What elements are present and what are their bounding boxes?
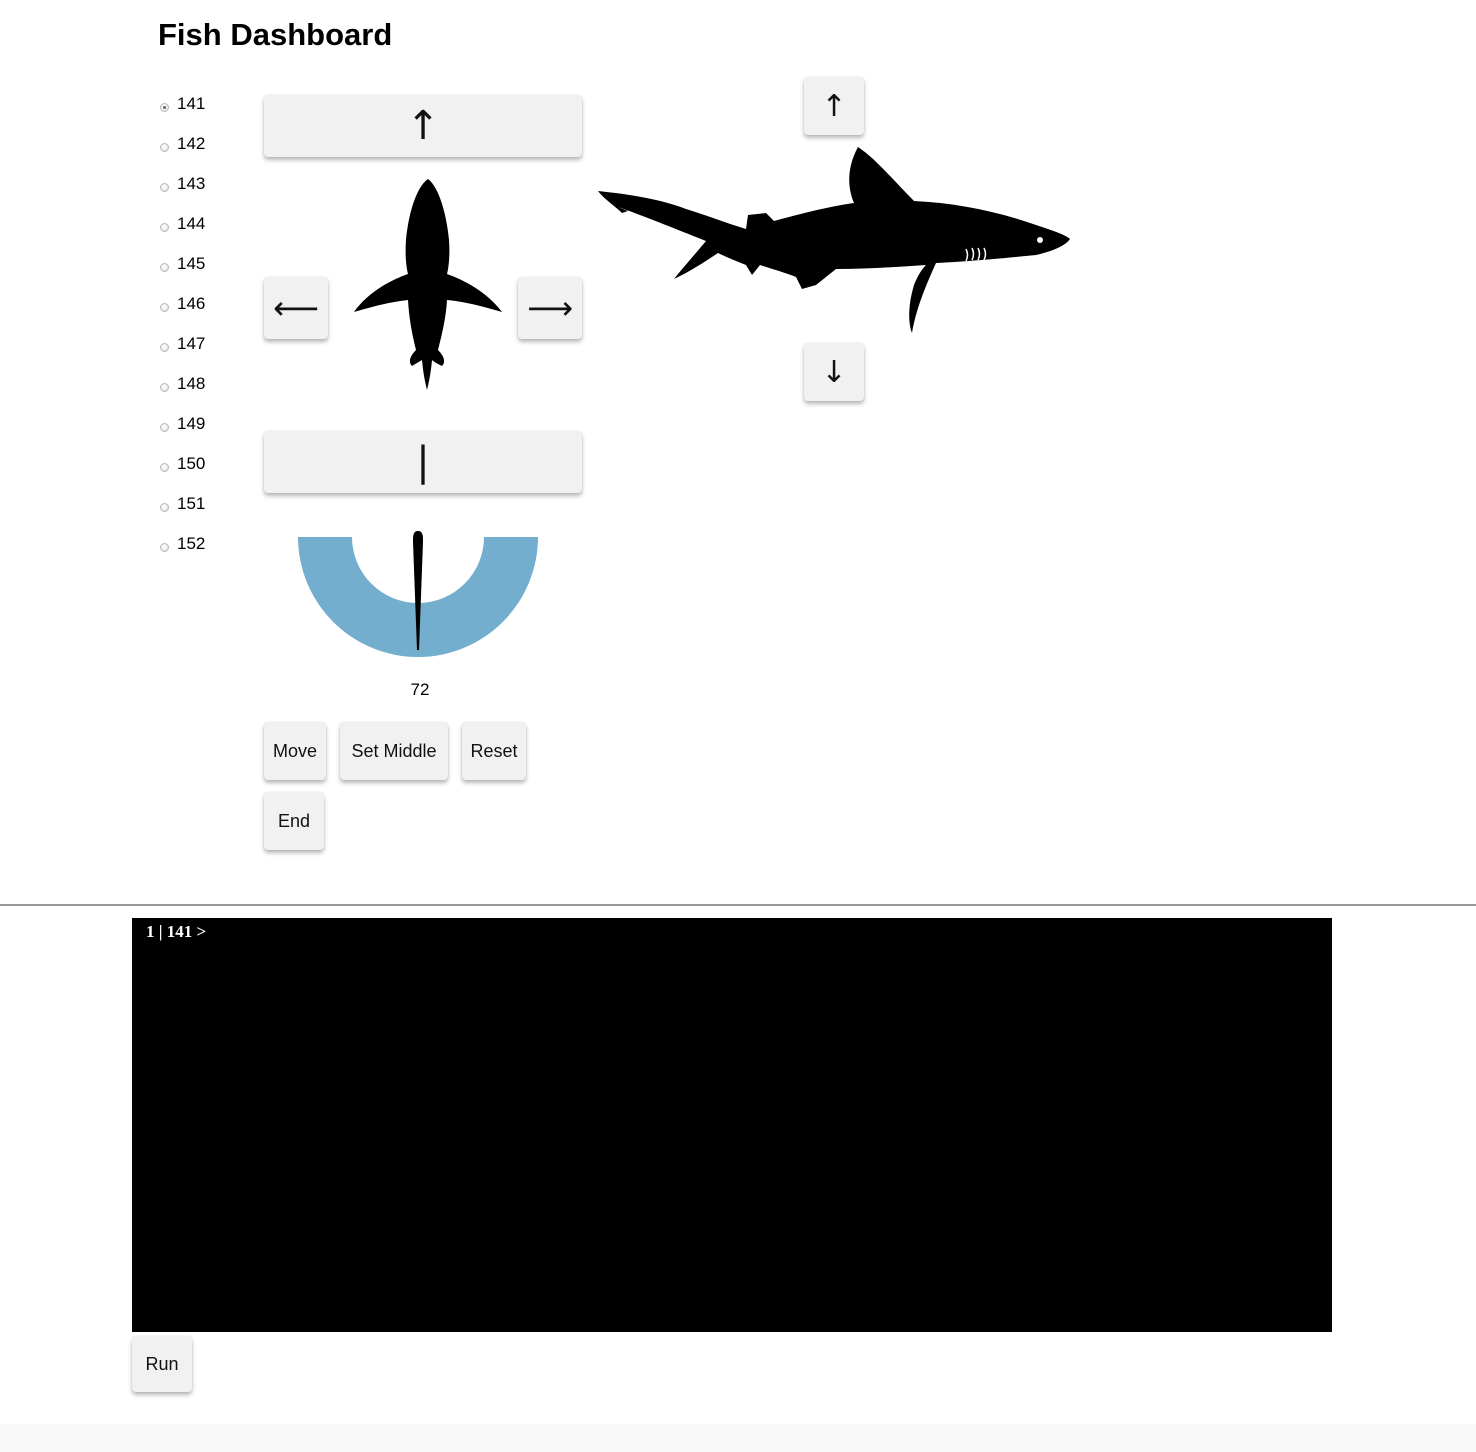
radio-fish-150[interactable]: 150	[160, 452, 205, 476]
run-button[interactable]: Run	[132, 1336, 192, 1392]
radio-button[interactable]	[160, 462, 169, 472]
footer-strip	[0, 1424, 1476, 1452]
radio-button[interactable]	[160, 302, 169, 312]
turn-left-button[interactable]: ⟵	[264, 277, 328, 339]
arrow-up-icon: ↑	[821, 88, 847, 124]
radio-label: 150	[177, 454, 206, 473]
radio-button[interactable]	[160, 262, 169, 272]
arrow-left-icon: ⟵	[273, 289, 319, 327]
console-output[interactable]: 1 | 141 >	[132, 918, 1332, 1332]
radio-fish-151[interactable]: 151	[160, 492, 205, 516]
reset-button[interactable]: Reset	[462, 722, 526, 780]
radio-button[interactable]	[160, 542, 169, 552]
shark-side-view-icon	[598, 147, 1070, 333]
radio-label: 146	[177, 294, 206, 313]
radio-fish-143[interactable]: 143	[160, 172, 205, 196]
console-prompt: 1 | 141 >	[146, 922, 207, 941]
radio-button[interactable]	[160, 222, 169, 232]
radio-fish-146[interactable]: 146	[160, 292, 205, 316]
end-button[interactable]: End	[264, 792, 324, 850]
radio-button[interactable]	[160, 342, 169, 352]
radio-button[interactable]	[160, 422, 169, 432]
set-middle-button[interactable]: Set Middle	[340, 722, 448, 780]
radio-fish-142[interactable]: 142	[160, 132, 205, 156]
radio-label: 144	[177, 214, 206, 233]
turn-right-button[interactable]: ⟶	[518, 277, 582, 339]
arrow-right-icon: ⟶	[527, 289, 573, 327]
gauge-value: 72	[410, 680, 430, 699]
radio-fish-145[interactable]: 145	[160, 252, 205, 276]
angle-gauge	[298, 531, 538, 657]
radio-button[interactable]	[160, 142, 169, 152]
move-button[interactable]: Move	[264, 722, 326, 780]
radio-fish-148[interactable]: 148	[160, 372, 205, 396]
stop-button[interactable]: |	[264, 431, 582, 493]
radio-button[interactable]	[160, 502, 169, 512]
shark-top-view-icon	[354, 179, 502, 390]
descend-button[interactable]: ↓	[804, 343, 864, 401]
radio-fish-149[interactable]: 149	[160, 412, 205, 436]
stop-bar-icon: |	[416, 439, 430, 485]
radio-button[interactable]	[160, 182, 169, 192]
arrow-up-icon: ↑	[406, 103, 440, 149]
radio-label: 141	[177, 94, 206, 113]
radio-button[interactable]	[160, 102, 169, 112]
radio-fish-144[interactable]: 144	[160, 212, 205, 236]
radio-button[interactable]	[160, 382, 169, 392]
radio-label: 145	[177, 254, 206, 273]
radio-fish-141[interactable]: 141	[160, 92, 205, 116]
radio-label: 148	[177, 374, 206, 393]
radio-label: 147	[177, 334, 206, 353]
page-title: Fish Dashboard	[158, 17, 393, 52]
section-divider	[0, 904, 1476, 906]
radio-fish-152[interactable]: 152	[160, 532, 205, 556]
ascend-button[interactable]: ↑	[804, 77, 864, 135]
forward-button[interactable]: ↑	[264, 95, 582, 157]
radio-label: 143	[177, 174, 206, 193]
radio-label: 142	[177, 134, 206, 153]
radio-label: 149	[177, 414, 206, 433]
radio-label: 151	[177, 494, 206, 513]
arrow-down-icon: ↓	[821, 354, 847, 390]
radio-label: 152	[177, 534, 206, 553]
radio-fish-147[interactable]: 147	[160, 332, 205, 356]
